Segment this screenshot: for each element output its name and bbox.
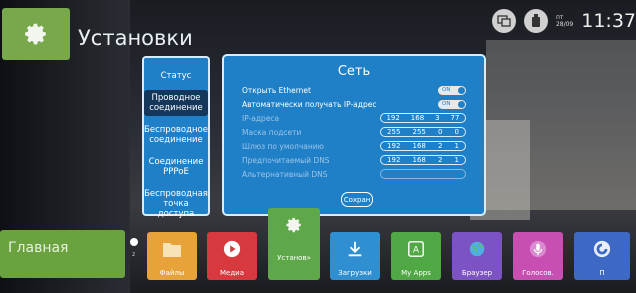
octet: 168: [410, 114, 425, 122]
notification-dot: [130, 238, 138, 246]
subnet-mask-field[interactable]: 255 255 0 0: [380, 127, 466, 137]
octet: 192: [387, 156, 401, 164]
app-label: Загрузки: [338, 269, 372, 277]
play-icon: [223, 240, 241, 258]
auto-ip-label: Автоматически получать IP-адрес: [242, 99, 377, 109]
alternate-dns-label: Альтернативный DNS: [242, 169, 328, 179]
octet: 192: [386, 114, 400, 122]
svg-text:A: A: [413, 246, 420, 256]
clock: 11:37: [581, 10, 636, 32]
menu-item-wired[interactable]: Проводное соединение: [144, 90, 208, 116]
octet: 1: [454, 156, 459, 164]
menu-item-wireless[interactable]: Беспроводное соединение: [144, 122, 208, 148]
octet: 255: [387, 128, 401, 136]
app-tile-assistant[interactable]: П: [574, 232, 630, 280]
subnet-mask-label: Маска подсети: [242, 127, 302, 137]
alternate-dns-field[interactable]: [380, 169, 466, 179]
app-label: П: [599, 269, 605, 277]
octet: 0: [437, 128, 443, 136]
app-tile-settings[interactable]: Установ»: [268, 208, 320, 280]
home-tile[interactable]: Главная: [0, 230, 125, 278]
weekday-label: пт: [555, 14, 564, 21]
app-tile-voice[interactable]: Голосов.: [513, 232, 563, 280]
assistant-icon: [593, 240, 611, 258]
alternate-dns-row: Альтернативный DNS: [242, 168, 466, 180]
apps-icon: A: [408, 241, 424, 257]
settings-header-tile: [2, 8, 70, 60]
octet: 192: [387, 142, 401, 150]
gateway-field[interactable]: 192 168 2 1: [380, 141, 466, 151]
octet: 255: [412, 128, 426, 136]
date-label: 28/09: [555, 21, 574, 28]
usb-storage-icon[interactable]: [523, 9, 548, 33]
page-title: Установки: [78, 26, 193, 50]
menu-item-pppoe[interactable]: Соединение PPPoE: [144, 154, 208, 180]
status-bar: пт 28/09 11:37: [491, 8, 636, 34]
open-ethernet-state: ON: [442, 86, 451, 93]
gear-icon: [286, 217, 301, 233]
app-label: Голосов.: [522, 269, 554, 277]
screen-mirror-icon[interactable]: [491, 9, 516, 33]
app-label: Файлы: [159, 269, 185, 277]
date-display: пт 28/09: [556, 14, 573, 28]
network-settings-panel: Сеть Открыть Ethernet ON Автоматически п…: [222, 54, 486, 216]
app-label: Браузер: [461, 269, 493, 277]
app-label: Установ»: [277, 254, 311, 262]
octet: 1: [454, 142, 459, 150]
open-ethernet-row[interactable]: Открыть Ethernet ON: [242, 84, 466, 96]
app-tile-my-apps[interactable]: A My Apps: [391, 232, 441, 280]
folder-icon: [163, 243, 181, 257]
microphone-icon: [529, 240, 547, 258]
download-icon: [348, 241, 362, 257]
network-side-menu: Статус Проводное соединение Беспроводное…: [142, 56, 210, 219]
app-tile-files[interactable]: Файлы: [147, 232, 197, 280]
save-button[interactable]: Сохран: [341, 192, 373, 207]
app-label: My Apps: [401, 269, 431, 277]
open-ethernet-label: Открыть Ethernet: [242, 85, 311, 95]
ip-address-label: IP-адреса: [242, 113, 280, 123]
auto-ip-toggle[interactable]: ON: [438, 99, 466, 109]
app-label: Медиа: [219, 269, 245, 277]
preferred-dns-label: Предпочитаемый DNS: [242, 155, 330, 165]
octet: 2: [437, 142, 443, 150]
ip-address-row: IP-адреса 192 168 3 77: [242, 112, 466, 124]
app-tile-media[interactable]: Медиа: [207, 232, 257, 280]
gateway-row: Шлюз по умолчанию 192 168 2 1: [242, 140, 466, 152]
gear-icon: [25, 23, 46, 45]
app-tile-downloads[interactable]: Загрузки: [330, 232, 380, 280]
subnet-mask-row: Маска подсети 255 255 0 0: [242, 126, 466, 138]
octet: 2: [437, 156, 443, 164]
preferred-dns-field[interactable]: 192 168 2 1: [380, 155, 466, 165]
octet: 3: [435, 114, 440, 122]
app-tile-browser[interactable]: Браузер: [452, 232, 502, 280]
open-ethernet-toggle[interactable]: ON: [438, 85, 466, 95]
octet: 0: [454, 128, 459, 136]
gateway-label: Шлюз по умолчанию: [242, 141, 324, 151]
octet: 168: [412, 142, 426, 150]
menu-item-hotspot[interactable]: Беспроводная точка доступа: [144, 186, 208, 222]
panel-title: Сеть: [337, 64, 371, 79]
auto-ip-state: ON: [442, 100, 451, 107]
auto-ip-row[interactable]: Автоматически получать IP-адрес ON: [242, 98, 466, 110]
home-label: Главная: [8, 240, 69, 256]
octet: 168: [412, 156, 426, 164]
ip-address-field[interactable]: 192 168 3 77: [380, 113, 466, 123]
octet: 77: [450, 114, 460, 122]
preferred-dns-row: Предпочитаемый DNS 192 168 2 1: [242, 154, 466, 166]
notification-count: 2: [132, 252, 136, 258]
menu-item-status[interactable]: Статус: [144, 68, 208, 84]
globe-icon: [469, 241, 485, 257]
